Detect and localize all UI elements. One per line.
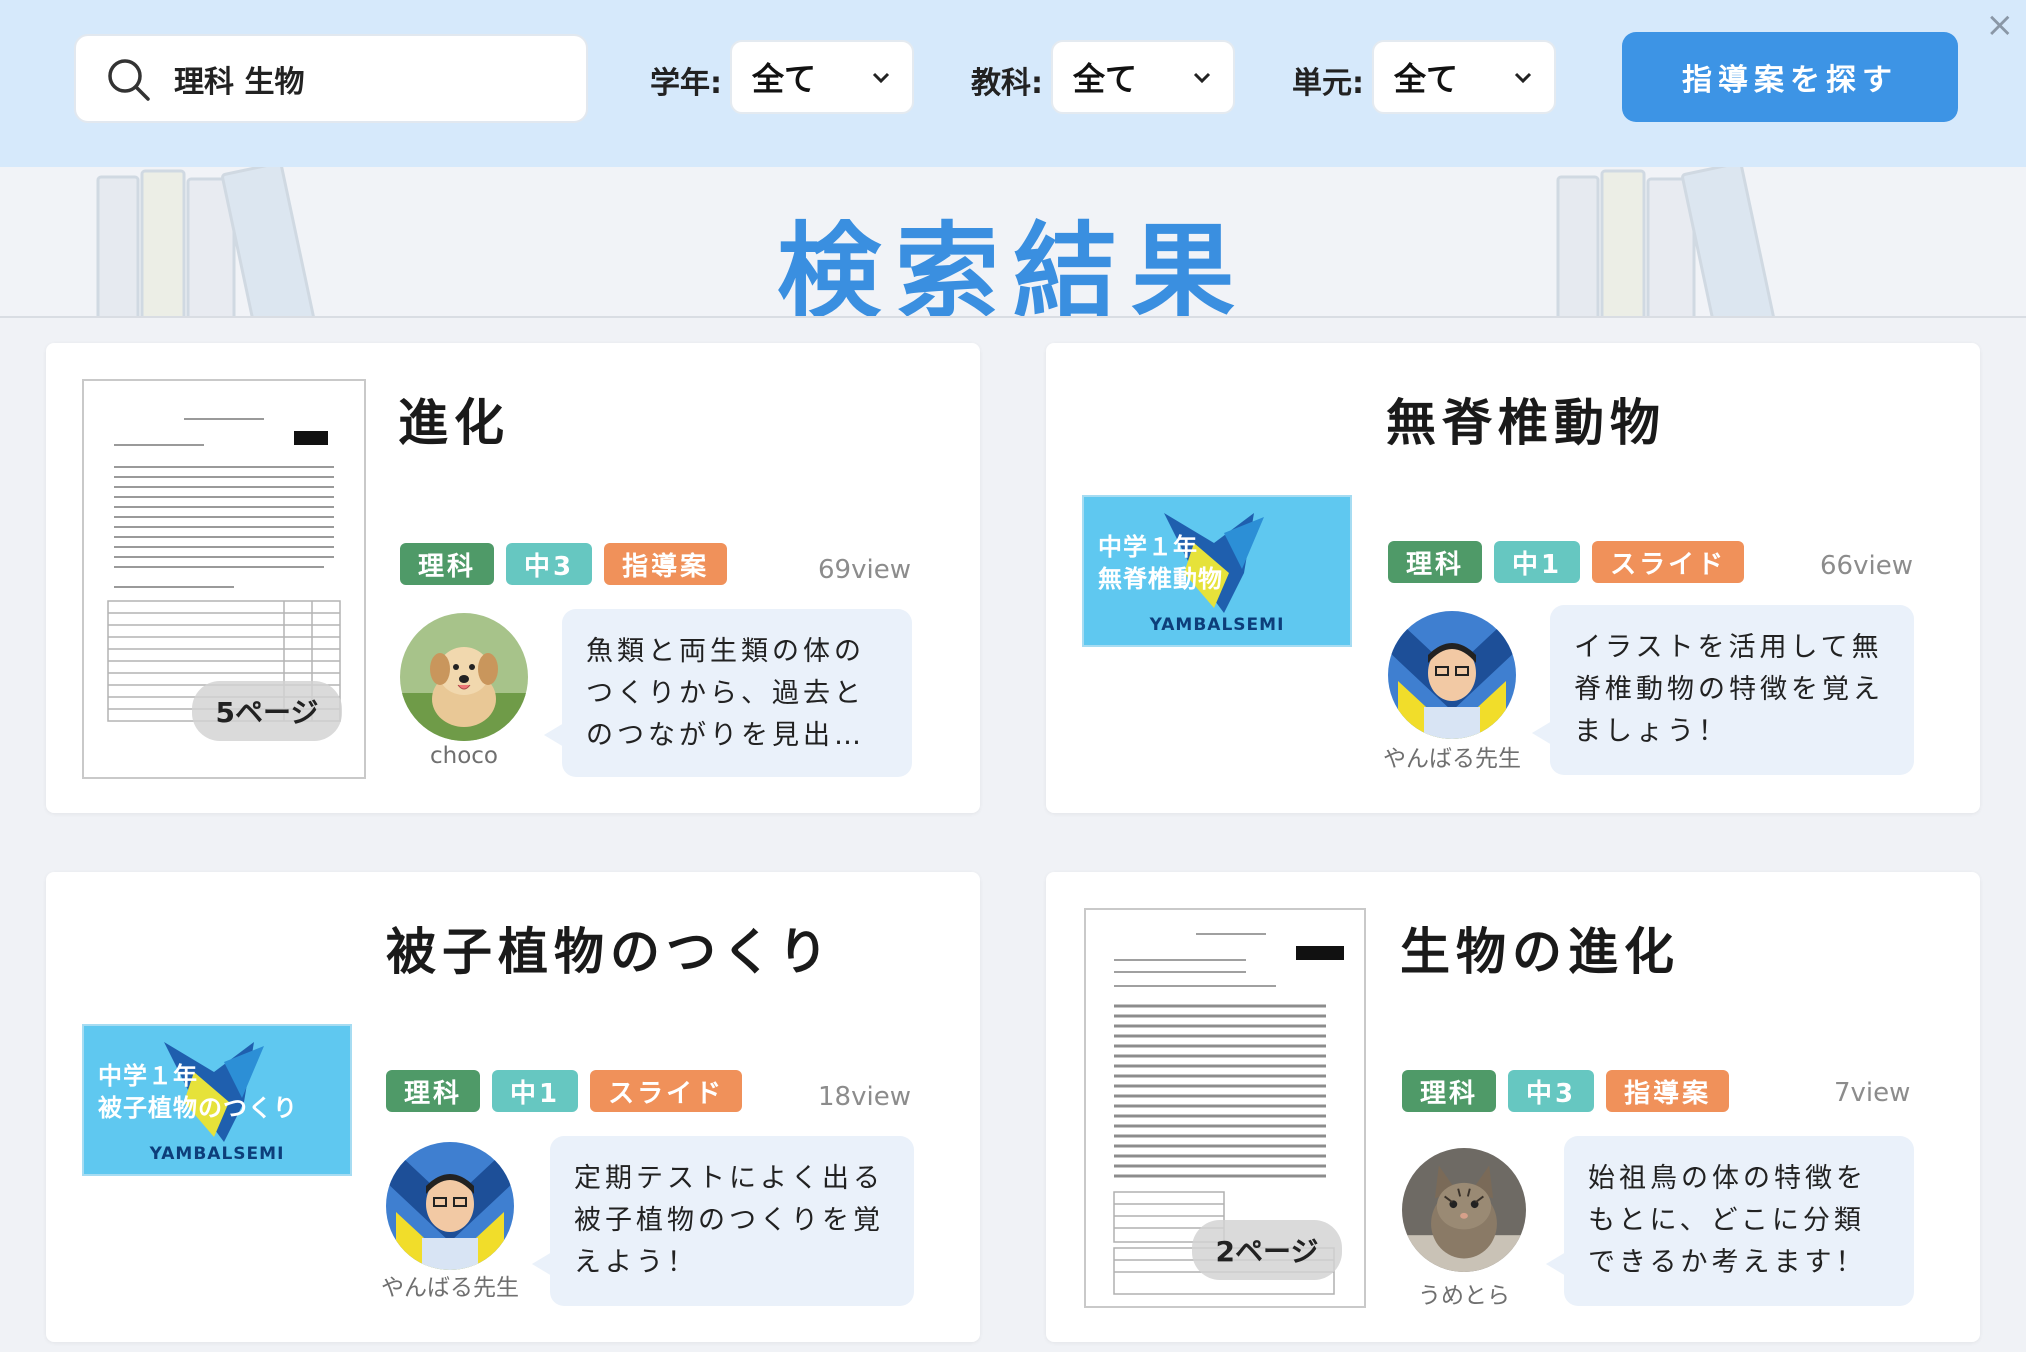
result-card[interactable]: 被子植物のつくり 中学１年 被子植物のつくり YAMBALSEMI 理科 中1 …: [46, 872, 980, 1342]
avatar: [400, 613, 528, 741]
card-title[interactable]: 被子植物のつくり: [386, 912, 834, 984]
tag-list: 理科 中3 指導案: [1402, 1070, 1730, 1112]
unit-select-value: 全て: [1394, 60, 1459, 98]
card-title[interactable]: 進化: [398, 383, 510, 455]
search-bar: × 学年: 全て 教科: 全て 単元: 全て 指導案を探す: [0, 0, 2026, 167]
slide-title-line: 中学１年: [1098, 533, 1198, 561]
chevron-down-icon: [1193, 72, 1211, 84]
avatar: [386, 1142, 514, 1270]
view-count: 69view: [818, 555, 911, 585]
tag-list: 理科 中3 指導案: [400, 543, 728, 585]
description-bubble: 定期テストによく出る被子植物のつくりを覚えよう！: [532, 1136, 914, 1306]
description-text: 始祖鳥の体の特徴をもとに、どこに分類できるか考えます！: [1588, 1163, 1867, 1278]
search-input[interactable]: [174, 61, 554, 96]
subject-tag: 理科: [1402, 1070, 1497, 1112]
description-text: イラストを活用して無脊椎動物の特徴を覚えましょう！: [1574, 632, 1884, 747]
search-box[interactable]: [74, 34, 588, 123]
slide-title-line: 中学１年: [98, 1062, 198, 1090]
author-name: やんばる先生: [1383, 746, 1521, 772]
subject-tag: 理科: [386, 1070, 481, 1112]
type-tag: 指導案: [1606, 1070, 1730, 1112]
view-count: 7view: [1834, 1078, 1911, 1108]
results-title: 検索結果: [776, 211, 1249, 318]
find-lesson-plan-button[interactable]: 指導案を探す: [1622, 32, 1958, 122]
view-count: 66view: [1820, 551, 1913, 581]
card-title[interactable]: 無脊椎動物: [1386, 383, 1666, 455]
description-text: 定期テストによく出る被子植物のつくりを覚えよう！: [574, 1163, 884, 1278]
grade-tag: 中1: [1494, 541, 1581, 583]
slide-thumbnail: 中学１年 被子植物のつくり YAMBALSEMI: [82, 1024, 352, 1176]
grade-tag: 中1: [492, 1070, 579, 1112]
author-name: choco: [429, 743, 498, 769]
result-card[interactable]: 無脊椎動物 中学１年 無脊椎動物 YAMBALSEMI 理科 中1 スライド 6…: [1046, 343, 1980, 813]
subject-filter-label: 教科:: [971, 66, 1043, 101]
slide-title-line: 無脊椎動物: [1098, 565, 1223, 593]
document-thumbnail: 5ページ: [82, 379, 366, 779]
search-icon: [108, 58, 150, 101]
slide-title-line: 被子植物のつくり: [98, 1094, 298, 1122]
results-banner: 検索結果: [0, 167, 2026, 318]
unit-filter-label: 単元:: [1292, 66, 1364, 101]
description-bubble: 始祖鳥の体の特徴をもとに、どこに分類できるか考えます！: [1546, 1136, 1914, 1306]
teacher-avatar-icon: [386, 1142, 514, 1270]
unit-select[interactable]: 全て: [1372, 40, 1556, 114]
subject-tag: 理科: [1388, 541, 1483, 583]
grade-select-value: 全て: [752, 60, 817, 98]
tag-list: 理科 中1 スライド: [1388, 541, 1745, 583]
slide-brand: YAMBALSEMI: [149, 1144, 285, 1164]
subject-select-value: 全て: [1073, 60, 1138, 98]
slide-brand: YAMBALSEMI: [1149, 615, 1285, 635]
grade-filter-label: 学年:: [650, 66, 722, 101]
view-count: 18view: [818, 1082, 911, 1112]
subject-select[interactable]: 全て: [1051, 40, 1235, 114]
author-name: うめとら: [1418, 1283, 1510, 1309]
chevron-down-icon: [1514, 72, 1532, 84]
avatar: [1402, 1148, 1526, 1272]
subject-tag: 理科: [400, 543, 495, 585]
description-text: 魚類と両生類の体のつくりから、過去とのつながりを見出…: [586, 636, 865, 751]
chevron-down-icon: [872, 72, 890, 84]
grade-tag: 中3: [1508, 1070, 1595, 1112]
avatar: [1388, 611, 1516, 739]
card-title[interactable]: 生物の進化: [1400, 912, 1680, 984]
result-card[interactable]: 2ページ 生物の進化 理科 中3 指導案 7view うめとら 始祖鳥の体の特徴…: [1046, 872, 1980, 1342]
teacher-avatar-icon: [1388, 611, 1516, 739]
type-tag: スライド: [1592, 541, 1745, 583]
result-card[interactable]: 5ページ 進化 理科 中3 指導案 69view choco 魚類と両生類の体の…: [46, 343, 980, 813]
page-count-badge: 5ページ: [192, 681, 342, 741]
description-bubble: 魚類と両生類の体のつくりから、過去とのつながりを見出…: [544, 609, 912, 777]
tag-list: 理科 中1 スライド: [386, 1070, 743, 1112]
document-thumbnail: 2ページ: [1084, 908, 1366, 1308]
slide-thumbnail: 中学１年 無脊椎動物 YAMBALSEMI: [1082, 495, 1352, 647]
puppy-avatar-icon: [400, 613, 528, 741]
grade-select[interactable]: 全て: [730, 40, 914, 114]
author-name: やんばる先生: [381, 1275, 519, 1301]
grade-tag: 中3: [506, 543, 593, 585]
page-count-badge: 2ページ: [1192, 1220, 1342, 1280]
cat-avatar-icon: [1402, 1148, 1526, 1272]
description-bubble: イラストを活用して無脊椎動物の特徴を覚えましょう！: [1532, 605, 1914, 775]
type-tag: 指導案: [604, 543, 728, 585]
type-tag: スライド: [590, 1070, 743, 1112]
close-icon[interactable]: ×: [1986, 8, 2015, 42]
